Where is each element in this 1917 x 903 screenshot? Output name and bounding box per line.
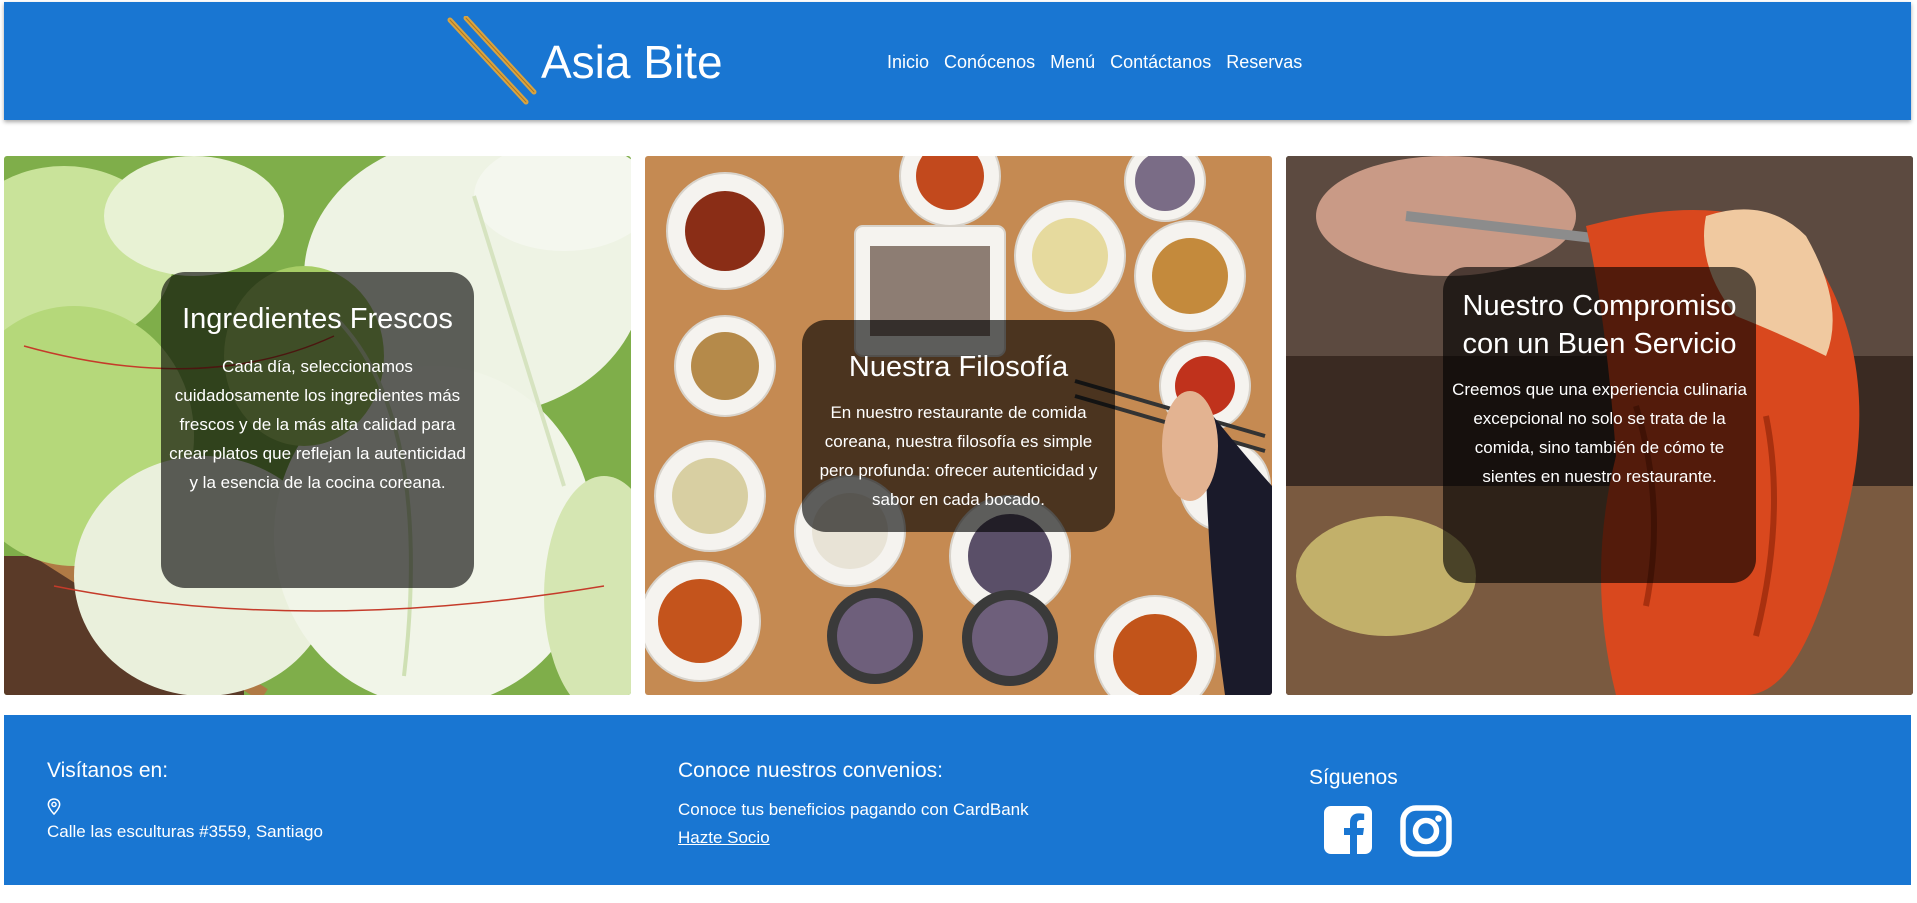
nav-conocenos[interactable]: Conócenos [944,51,1035,73]
card-text: Cada día, seleccionamos cuidadosamente l… [169,357,466,492]
card-text: Creemos que una experiencia culinaria ex… [1452,380,1747,486]
card-caption-filosofia: Nuestra Filosofía En nuestro restaurante… [802,320,1115,532]
footer-agreements: Conoce nuestros convenios: Conoce tus be… [678,758,1029,849]
site-footer: Visítanos en: Calle las esculturas #3559… [4,715,1911,885]
card-text: En nuestro restaurante de comida coreana… [819,403,1098,509]
card-title: Nuestra Filosofía [848,351,1069,383]
card-title: Nuestro Compromiso con un Buen Servicio [1462,290,1737,360]
footer-agreements-title: Conoce nuestros convenios: [678,759,943,782]
nav-inicio[interactable]: Inicio [887,51,929,73]
card-ingredientes: Ingredientes Frescos Cada día, seleccion… [4,156,631,695]
nav-reservas[interactable]: Reservas [1226,51,1302,73]
hazte-socio-link[interactable]: Hazte Socio [678,827,770,849]
chopsticks-icon [447,16,537,105]
instagram-icon[interactable] [1400,805,1452,857]
card-compromiso: Nuestro Compromiso con un Buen Servicio … [1286,156,1913,695]
nav-menu[interactable]: Menú [1050,51,1095,73]
card-title: Ingredientes Frescos [182,303,453,335]
footer-social-title: Síguenos [1309,766,1398,789]
location-pin-icon [47,798,61,815]
footer-visit: Visítanos en: Calle las esculturas #3559… [47,758,323,843]
brand-title[interactable]: Asia Bite [541,35,723,89]
facebook-icon[interactable] [1323,805,1373,855]
site-header: Asia Bite Inicio Conócenos Menú Contácta… [4,2,1911,120]
main-nav: Inicio Conócenos Menú Contáctanos Reserv… [887,51,1317,73]
nav-contactanos[interactable]: Contáctanos [1110,51,1211,73]
card-caption-compromiso: Nuestro Compromiso con un Buen Servicio … [1443,267,1756,583]
footer-visit-title: Visítanos en: [47,759,169,782]
footer-social: Síguenos [1309,765,1452,857]
card-filosofia: Nuestra Filosofía En nuestro restaurante… [645,156,1272,695]
footer-agreements-text: Conoce tus beneficios pagando con CardBa… [678,800,1029,819]
social-icons [1323,805,1452,857]
card-caption-ingredientes: Ingredientes Frescos Cada día, seleccion… [161,272,474,588]
footer-address: Calle las esculturas #3559, Santiago [47,822,323,841]
